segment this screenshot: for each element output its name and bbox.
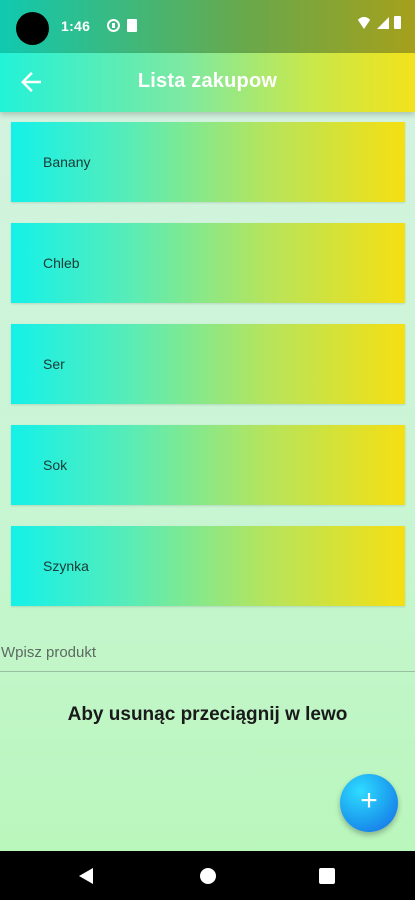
shopping-list: Banany Chleb Ser Sok Szynka: [11, 122, 405, 627]
status-time: 1:46: [61, 18, 91, 34]
list-item[interactable]: Ser: [11, 324, 405, 404]
nav-back-icon[interactable]: [79, 868, 93, 884]
add-product-button[interactable]: +: [340, 774, 398, 832]
wifi-icon: [356, 16, 372, 29]
list-item[interactable]: Banany: [11, 122, 405, 202]
status-indicators: [356, 16, 401, 29]
notification-icon: [107, 19, 120, 32]
product-input[interactable]: [0, 632, 415, 671]
list-item-label: Sok: [43, 457, 68, 473]
plus-icon: +: [360, 784, 378, 817]
signal-icon: [377, 16, 389, 29]
system-nav-bar: [0, 851, 415, 900]
status-bar: 1:46: [0, 0, 415, 53]
list-item[interactable]: Sok: [11, 425, 405, 505]
nav-home-icon[interactable]: [200, 868, 216, 884]
list-item-label: Chleb: [43, 255, 80, 271]
list-item-label: Banany: [43, 154, 91, 170]
camera-cutout: [16, 12, 49, 45]
product-input-container: [0, 632, 415, 672]
nav-recents-icon[interactable]: [319, 868, 335, 884]
list-item-label: Ser: [43, 356, 65, 372]
swipe-hint: Aby usunąc przeciągnij w lewo: [67, 704, 348, 725]
list-item[interactable]: Chleb: [11, 223, 405, 303]
app-bar: Lista zakupow: [0, 53, 415, 112]
sim-icon: [127, 19, 137, 32]
list-item[interactable]: Szynka: [11, 526, 405, 606]
battery-icon: [394, 16, 401, 29]
page-title: Lista zakupow: [137, 70, 278, 92]
list-item-label: Szynka: [43, 558, 89, 574]
